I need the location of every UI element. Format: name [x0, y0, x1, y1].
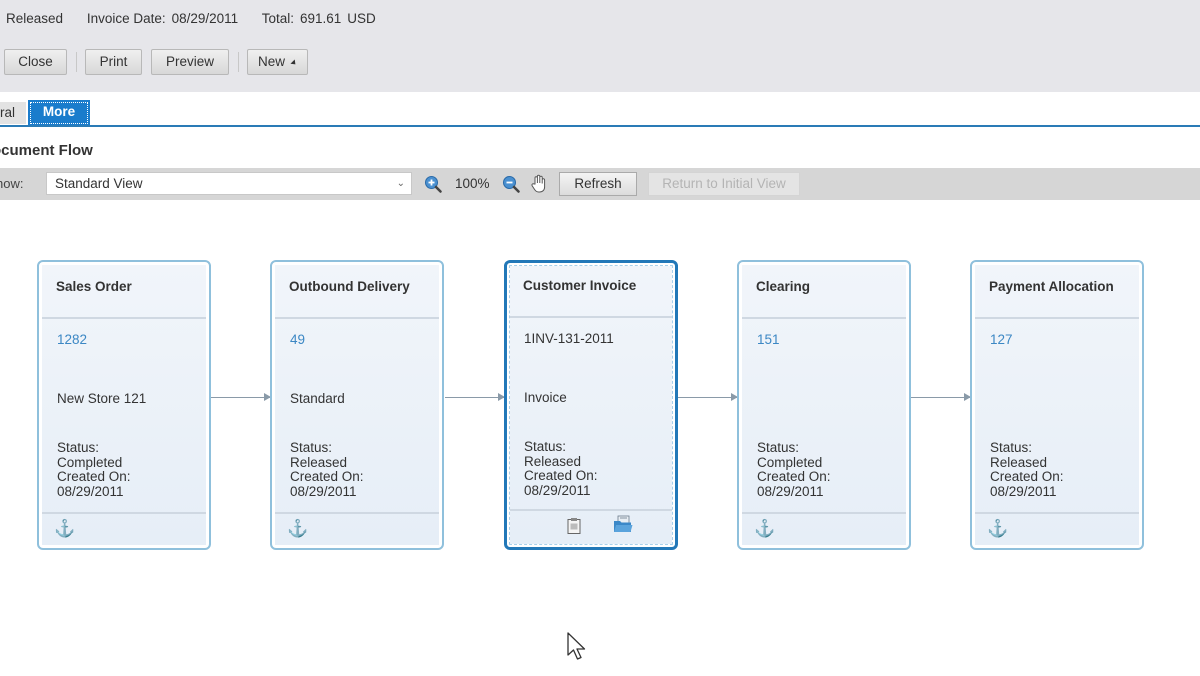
created-on-label: Created On:	[524, 468, 598, 483]
created-on-value: 08/29/2011	[990, 483, 1057, 499]
node-status-block: Status: Released Created On: 08/29/2011	[990, 440, 1064, 499]
header-summary: Released Invoice Date: 08/29/2011 Total: 6…	[6, 11, 396, 26]
tab-more[interactable]: More	[28, 100, 90, 126]
view-select-value: Standard View	[55, 176, 143, 191]
anchor-icon[interactable]: ⚓	[54, 519, 75, 539]
toolbar-separator	[76, 52, 77, 72]
node-divider	[42, 317, 206, 319]
node-status-block: Status: Released Created On: 08/29/2011	[290, 440, 364, 499]
close-button[interactable]: Close	[4, 49, 67, 75]
node-title: Customer Invoice	[523, 278, 637, 293]
status-label: Status:	[990, 440, 1033, 455]
anchor-icon[interactable]: ⚓	[754, 519, 775, 539]
tab-general[interactable]: ral	[0, 102, 26, 124]
created-on-value: 08/29/2011	[524, 482, 591, 498]
node-footer	[510, 511, 672, 544]
toolbar-separator	[238, 52, 239, 72]
node-id-link[interactable]: 49	[290, 332, 305, 347]
flow-connector	[678, 393, 738, 401]
node-footer: ⚓	[42, 514, 206, 545]
document-flow-canvas: Sales Order 1282 New Store 121 Status: C…	[0, 200, 1200, 676]
flow-node-sales-order[interactable]: Sales Order 1282 New Store 121 Status: C…	[37, 260, 211, 550]
status-value: Completed	[57, 454, 123, 470]
zoom-out-icon[interactable]	[502, 175, 520, 193]
folder-icon[interactable]	[613, 515, 633, 533]
node-divider	[742, 317, 906, 319]
invoice-date-value: 08/29/2011	[171, 11, 239, 26]
node-description: Invoice	[524, 390, 567, 405]
node-title: Outbound Delivery	[289, 279, 410, 294]
status-value: Released	[6, 11, 64, 26]
created-on-label: Created On:	[990, 469, 1064, 484]
created-on-label: Created On:	[57, 469, 131, 484]
total-value: 691.61	[299, 11, 342, 26]
status-value: Released	[990, 454, 1048, 470]
flow-node-payment-allocation[interactable]: Payment Allocation 127 Status: Released …	[970, 260, 1144, 550]
node-status-block: Status: Completed Created On: 08/29/2011	[57, 440, 131, 499]
chevron-down-icon: ⌄	[396, 178, 405, 189]
anchor-icon[interactable]: ⚓	[287, 519, 308, 539]
status-label: Status:	[290, 440, 333, 455]
section-title: ocument Flow	[0, 142, 93, 159]
node-footer: ⚓	[975, 514, 1139, 545]
node-title: Clearing	[756, 279, 811, 294]
node-title: Sales Order	[56, 279, 132, 294]
hand-pan-icon[interactable]	[530, 174, 548, 194]
document-flow-toolbar: how: Standard View ⌄ 100% Refresh Return…	[0, 168, 1200, 200]
node-divider	[275, 317, 439, 319]
status-label: Status:	[57, 440, 100, 455]
invoice-date-label: Invoice Date:	[86, 11, 166, 26]
flow-connector	[911, 393, 971, 401]
node-status-block: Status: Completed Created On: 08/29/2011	[757, 440, 831, 499]
node-footer: ⚓	[742, 514, 906, 545]
new-button-label: New	[257, 54, 285, 69]
print-button[interactable]: Print	[85, 49, 142, 75]
node-divider	[510, 316, 672, 318]
node-id-link[interactable]: 151	[757, 332, 780, 347]
new-menu-button[interactable]: New	[247, 49, 308, 75]
total-label: Total:	[261, 11, 294, 26]
node-description: New Store 121	[57, 391, 147, 406]
node-id-link[interactable]: 1282	[57, 332, 87, 347]
created-on-label: Created On:	[290, 469, 364, 484]
dropdown-caret-icon	[290, 59, 298, 67]
view-select[interactable]: Standard View ⌄	[46, 172, 412, 195]
status-value: Completed	[757, 454, 823, 470]
status-label: Status:	[757, 440, 800, 455]
status-label: Status:	[524, 439, 567, 454]
flow-node-clearing[interactable]: Clearing 151 Status: Completed Created O…	[737, 260, 911, 550]
flow-connector	[211, 393, 271, 401]
object-header: Released Invoice Date: 08/29/2011 Total: 6…	[0, 0, 1200, 92]
show-label: how:	[0, 176, 24, 191]
created-on-value: 08/29/2011	[757, 483, 824, 499]
node-id-link[interactable]: 127	[990, 332, 1013, 347]
status-value: Released	[524, 453, 582, 469]
preview-button[interactable]: Preview	[151, 49, 229, 75]
zoom-level: 100%	[455, 176, 490, 191]
flow-node-customer-invoice[interactable]: Customer Invoice 1INV-131-2011 Invoice S…	[504, 260, 678, 550]
currency: USD	[347, 11, 376, 26]
node-divider	[975, 317, 1139, 319]
created-on-value: 08/29/2011	[290, 483, 357, 499]
node-description: Standard	[290, 391, 345, 406]
mouse-cursor-icon	[567, 632, 586, 660]
node-id: 1INV-131-2011	[524, 331, 614, 346]
clipboard-icon[interactable]	[567, 517, 581, 534]
flow-connector	[445, 393, 505, 401]
created-on-value: 08/29/2011	[57, 483, 124, 499]
status-value: Released	[290, 454, 348, 470]
zoom-in-icon[interactable]	[424, 175, 442, 193]
node-footer: ⚓	[275, 514, 439, 545]
anchor-icon[interactable]: ⚓	[987, 519, 1008, 539]
created-on-label: Created On:	[757, 469, 831, 484]
tab-divider	[0, 125, 1200, 127]
flow-node-outbound-delivery[interactable]: Outbound Delivery 49 Standard Status: Re…	[270, 260, 444, 550]
node-status-block: Status: Released Created On: 08/29/2011	[524, 439, 598, 498]
return-to-initial-view-button: Return to Initial View	[648, 172, 800, 196]
node-title: Payment Allocation	[989, 279, 1114, 294]
refresh-button[interactable]: Refresh	[559, 172, 637, 196]
